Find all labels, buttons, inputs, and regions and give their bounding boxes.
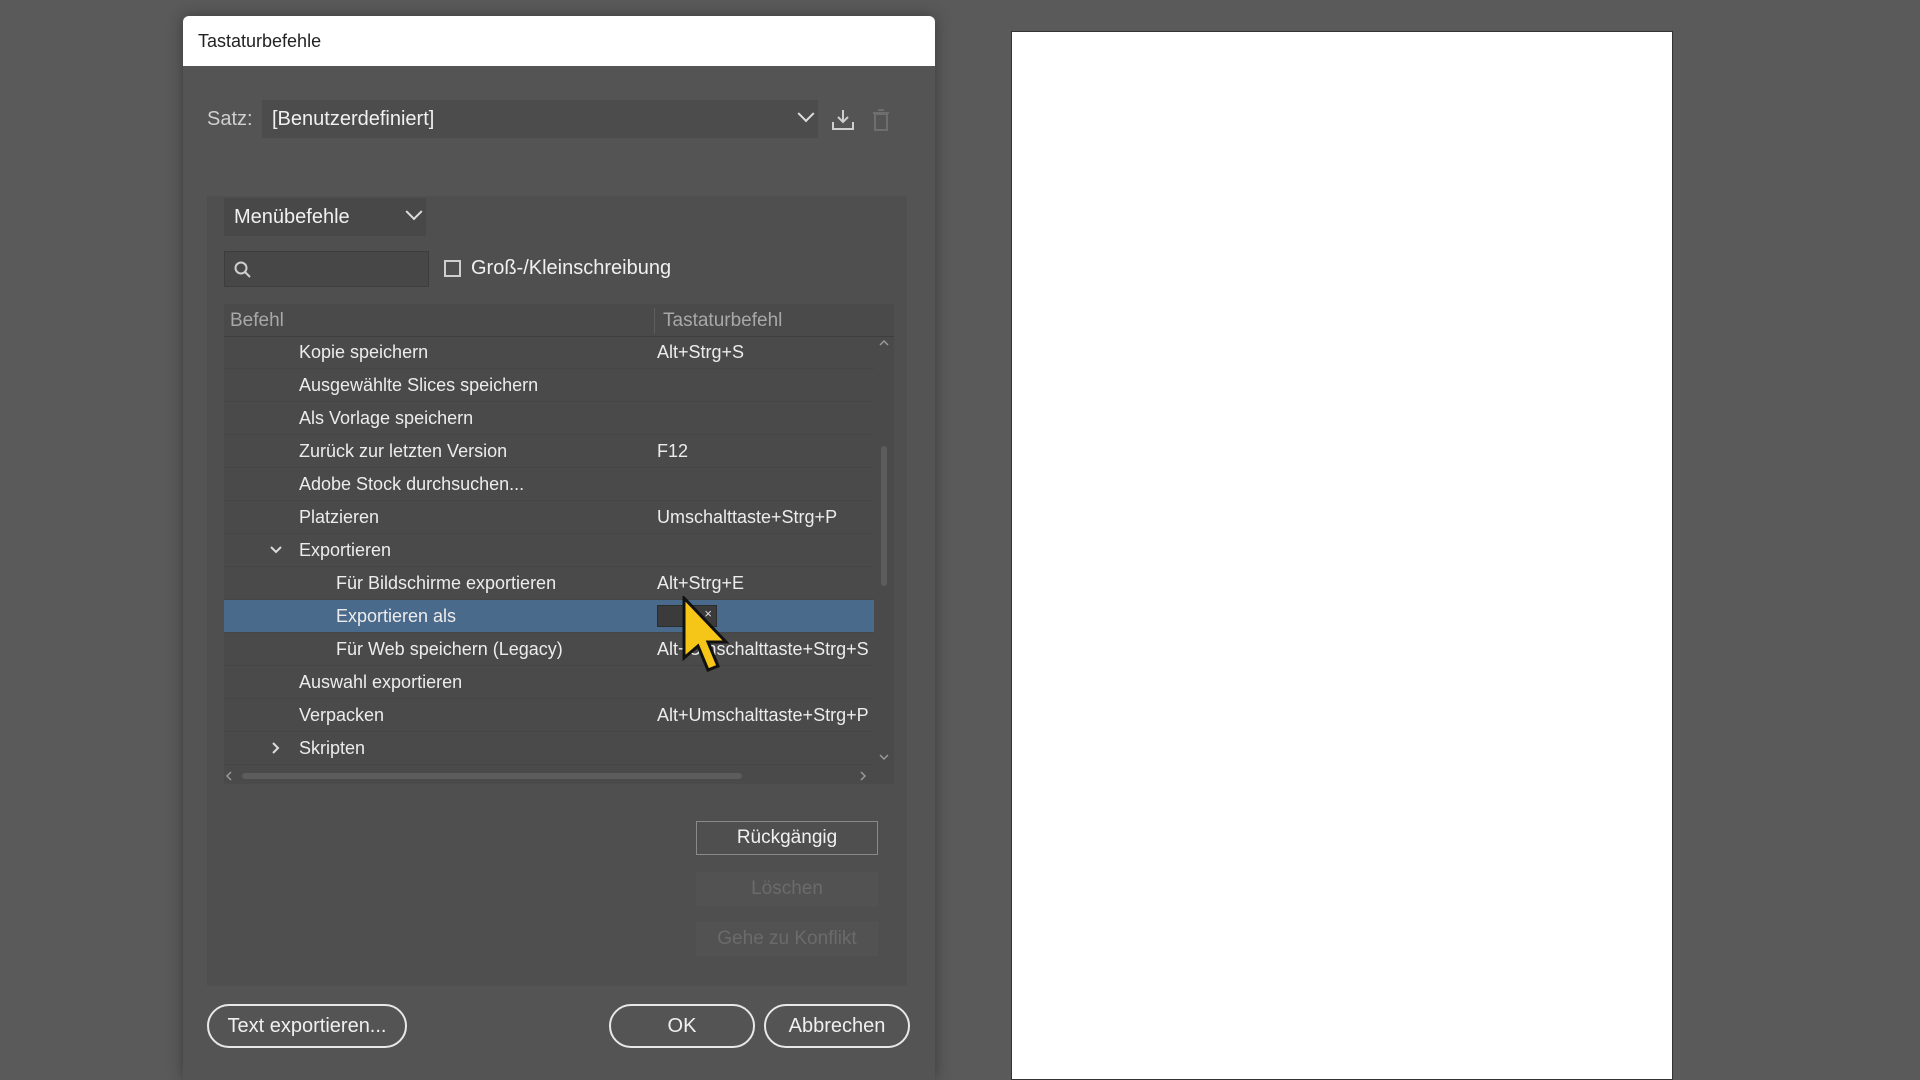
search-icon bbox=[234, 261, 251, 278]
row-command: Auswahl exportieren bbox=[299, 672, 463, 692]
chevron-left-icon[interactable] bbox=[224, 770, 234, 782]
mouse-cursor-icon bbox=[682, 596, 730, 672]
row-shortcut: Umschalttaste+Strg+P bbox=[657, 507, 838, 527]
dialog-title: Tastaturbefehle bbox=[183, 16, 935, 66]
row-shortcut: Alt+Umschalttaste+Strg+P bbox=[657, 705, 869, 725]
row-command: Verpacken bbox=[299, 705, 385, 725]
table-row[interactable]: Zurück zur letzten Version F12 bbox=[224, 435, 874, 468]
set-row: Satz: [Benutzerdefiniert] bbox=[207, 100, 907, 140]
table-row[interactable]: Ausgewählte Slices speichern bbox=[224, 369, 874, 402]
trash-icon[interactable] bbox=[867, 106, 895, 134]
category-dropdown-value: Menübefehle bbox=[234, 206, 350, 228]
table-row[interactable]: Kopie speichern Alt+Strg+S bbox=[224, 336, 874, 369]
row-command: Zurück zur letzten Version bbox=[299, 441, 508, 461]
table-row[interactable]: Für Web speichern (Legacy) Alt+Umschaltta… bbox=[224, 633, 874, 666]
chevron-right-icon[interactable] bbox=[858, 770, 868, 782]
set-dropdown-value: [Benutzerdefiniert] bbox=[272, 108, 435, 130]
column-divider bbox=[654, 308, 655, 334]
column-header-shortcut[interactable]: Tastaturbefehl bbox=[663, 310, 782, 332]
table-row[interactable]: Verpacken Alt+Umschalttaste+Strg+P bbox=[224, 699, 874, 732]
row-command: Exportieren bbox=[299, 540, 392, 560]
row-command: Für Web speichern (Legacy) bbox=[336, 639, 563, 659]
vertical-scrollbar[interactable] bbox=[876, 336, 892, 766]
table-body: Kopie speichern Alt+Strg+S Ausgewählte Sli… bbox=[224, 336, 874, 766]
row-command: Platzieren bbox=[299, 507, 380, 527]
cancel-button[interactable]: Abbrechen bbox=[764, 1004, 910, 1048]
set-label: Satz: bbox=[207, 108, 253, 130]
row-shortcut: Alt+Strg+S bbox=[657, 342, 745, 362]
row-command: Für Bildschirme exportieren bbox=[336, 573, 557, 593]
row-command: Adobe Stock durchsuchen... bbox=[299, 474, 525, 494]
table-row[interactable]: Adobe Stock durchsuchen... bbox=[224, 468, 874, 501]
ok-button[interactable]: OK bbox=[609, 1004, 755, 1048]
row-command: Ausgewählte Slices speichern bbox=[299, 375, 539, 395]
row-command: Exportieren als bbox=[336, 606, 457, 626]
chevron-up-icon[interactable] bbox=[878, 338, 890, 348]
case-sensitive-label: Groß-/Kleinschreibung bbox=[471, 257, 672, 279]
row-command: Skripten bbox=[299, 738, 366, 758]
table-row[interactable]: Für Bildschirme exportieren Alt+Strg+E bbox=[224, 567, 874, 600]
column-header-command[interactable]: Befehl bbox=[230, 310, 284, 332]
vertical-scroll-thumb[interactable] bbox=[881, 446, 887, 586]
chevron-down-icon[interactable] bbox=[268, 542, 284, 558]
case-sensitive-checkbox[interactable] bbox=[444, 260, 461, 277]
chevron-down-icon bbox=[797, 105, 815, 123]
shortcuts-panel: Menübefehle Groß-/Kleinschreibung Befehl… bbox=[207, 196, 907, 986]
download-icon[interactable] bbox=[829, 106, 857, 134]
chevron-down-icon[interactable] bbox=[878, 752, 890, 762]
horizontal-scrollbar[interactable] bbox=[224, 766, 874, 784]
set-dropdown[interactable]: [Benutzerdefiniert] bbox=[262, 100, 818, 138]
row-shortcut: Alt+Strg+E bbox=[657, 573, 745, 593]
export-text-button[interactable]: Text exportieren... bbox=[207, 1004, 407, 1048]
table-header: Befehl Tastaturbefehl bbox=[224, 304, 894, 337]
keyboard-shortcuts-dialog: Tastaturbefehle Satz: [Benutzerdefiniert… bbox=[183, 16, 935, 1080]
table-row[interactable]: Exportieren bbox=[224, 534, 874, 567]
chevron-down-icon bbox=[405, 203, 423, 221]
table-row[interactable]: Als Vorlage speichern bbox=[224, 402, 874, 435]
shortcuts-table: Befehl Tastaturbefehl Kopie speichern Alt… bbox=[224, 304, 894, 784]
table-row[interactable]: Auswahl exportieren bbox=[224, 666, 874, 699]
row-command: Als Vorlage speichern bbox=[299, 408, 474, 428]
delete-button[interactable]: Löschen bbox=[696, 872, 878, 906]
category-dropdown[interactable]: Menübefehle bbox=[224, 198, 426, 236]
search-input[interactable] bbox=[224, 251, 429, 287]
chevron-right-icon[interactable] bbox=[268, 740, 284, 756]
row-shortcut: F12 bbox=[657, 441, 689, 461]
table-row[interactable]: Skripten bbox=[224, 732, 874, 765]
row-command: Kopie speichern bbox=[299, 342, 429, 362]
table-row[interactable]: Platzieren Umschalttaste+Strg+P bbox=[224, 501, 874, 534]
table-row[interactable]: Exportieren als × bbox=[224, 600, 874, 633]
undo-button[interactable]: Rückgängig bbox=[696, 821, 878, 855]
horizontal-scroll-thumb[interactable] bbox=[242, 773, 742, 779]
goto-conflict-button[interactable]: Gehe zu Konflikt bbox=[696, 922, 878, 956]
document-canvas[interactable] bbox=[1011, 31, 1673, 1080]
